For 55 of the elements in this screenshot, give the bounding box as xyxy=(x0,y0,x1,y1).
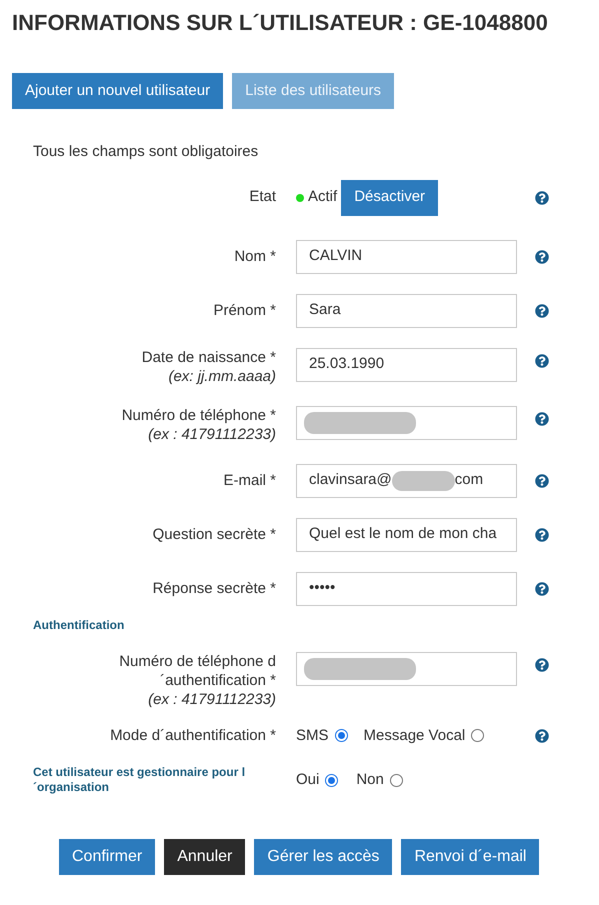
field-label: Prénom * xyxy=(213,301,276,320)
field-label: Numéro de téléphone * xyxy=(122,406,276,424)
input-field[interactable]: CALVIN xyxy=(296,240,517,274)
input-field[interactable]: Quel est le nom de mon cha xyxy=(296,518,517,552)
radio-option[interactable]: Message Vocal xyxy=(364,724,484,747)
field-label: Question secrète * xyxy=(152,525,276,544)
field-label: Réponse secrète * xyxy=(152,579,276,598)
nav-button[interactable]: Ajouter un nouvel utilisateur xyxy=(12,73,224,109)
action-button[interactable]: Renvoi d´e-mail xyxy=(401,839,540,875)
radio-button[interactable] xyxy=(325,774,338,786)
field-label: Nom * xyxy=(234,247,276,266)
field-hint: (ex : 41791112233) xyxy=(148,424,276,444)
help-icon[interactable] xyxy=(535,354,549,368)
field-label: Mode d´authentification * xyxy=(110,726,276,746)
radio-option[interactable]: Non xyxy=(356,768,403,792)
action-button[interactable]: Confirmer xyxy=(59,839,156,875)
email-start: clavinsara@ xyxy=(309,470,392,490)
action-button[interactable]: Annuler xyxy=(164,839,246,875)
manager-label: ´organisation xyxy=(33,780,110,795)
input-field[interactable] xyxy=(296,406,517,440)
radio-button[interactable] xyxy=(471,729,484,742)
help-icon[interactable] xyxy=(535,250,549,264)
help-icon[interactable] xyxy=(535,190,549,204)
input-field[interactable]: clavinsara@ com xyxy=(296,464,517,498)
field-label: Numéro de téléphone d xyxy=(119,652,276,670)
email-end: com xyxy=(454,470,484,490)
help-icon[interactable] xyxy=(535,474,549,488)
input-field[interactable]: ••••• xyxy=(296,572,517,606)
radio-option[interactable]: SMS xyxy=(296,724,348,747)
help-icon[interactable] xyxy=(535,412,549,426)
radio-button[interactable] xyxy=(390,774,403,786)
input-field[interactable] xyxy=(296,652,517,686)
manager-label: Cet utilisateur est gestionnaire pour l xyxy=(33,765,246,780)
action-button[interactable]: Gérer les accès xyxy=(254,839,392,875)
field-hint: (ex : 41791112233) xyxy=(148,690,276,708)
redaction-mark xyxy=(392,470,455,490)
help-icon[interactable] xyxy=(535,728,549,743)
status-text: Actif xyxy=(308,186,338,206)
field-label: Date de naissance * xyxy=(142,348,276,366)
help-icon[interactable] xyxy=(535,528,549,542)
radio-button[interactable] xyxy=(334,729,348,742)
field-hint: (ex: jj.mm.aaaa) xyxy=(168,366,276,386)
field-label: ´authentification * xyxy=(160,670,276,690)
help-icon[interactable] xyxy=(535,658,549,672)
field-label: Etat xyxy=(249,188,276,206)
help-icon[interactable] xyxy=(535,304,549,318)
deactivate-button[interactable]: Désactiver xyxy=(341,180,438,216)
input-field[interactable]: 25.03.1990 xyxy=(296,348,517,382)
help-icon[interactable] xyxy=(535,582,549,596)
intro-text: Tous les champs sont obligatoires xyxy=(33,142,260,162)
radio-option[interactable]: Oui xyxy=(296,768,338,792)
section-title: Authentification xyxy=(33,616,126,634)
page-title: INFORMATIONS SUR L´UTILISATEUR : GE-1048800 xyxy=(12,9,549,37)
input-field[interactable]: Sara xyxy=(296,294,517,328)
field-label: E-mail * xyxy=(223,471,276,490)
